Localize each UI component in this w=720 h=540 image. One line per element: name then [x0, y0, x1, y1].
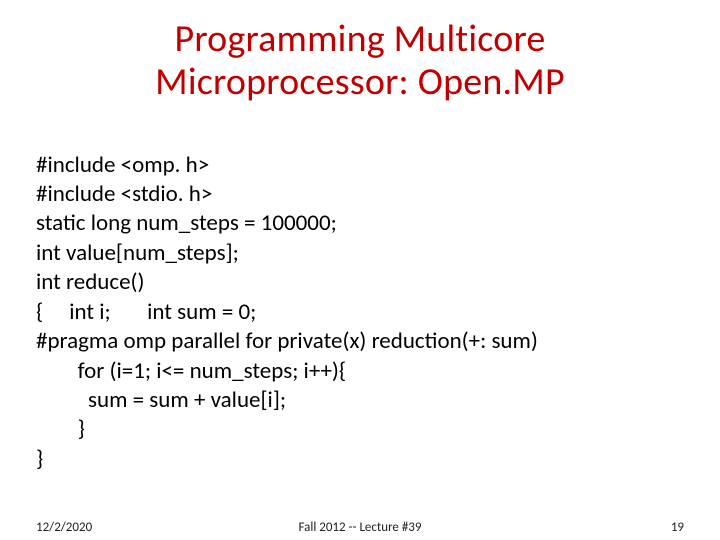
slide-title: Programming Multicore Microprocessor: Op…: [36, 18, 684, 103]
code-line: }: [36, 445, 43, 473]
slide: Programming Multicore Microprocessor: Op…: [0, 0, 720, 540]
code-line: #pragma omp parallel for private(x) redu…: [36, 327, 538, 355]
code-line: int value[num_steps];: [36, 239, 239, 267]
code-line: static long num_steps = 100000;: [36, 209, 337, 237]
code-line: #include <omp. h>: [36, 151, 209, 179]
code-line: { int i; int sum = 0;: [36, 298, 256, 326]
title-line-1: Programming Multicore: [174, 16, 545, 62]
footer-center: Fall 2012 -- Lecture #39: [0, 520, 720, 535]
code-line: }: [36, 415, 85, 443]
code-block: #include <omp. h> #include <stdio. h> st…: [36, 121, 684, 474]
code-line: int reduce(): [36, 268, 145, 296]
footer-page-number: 19: [671, 520, 684, 535]
code-line: #include <stdio. h>: [36, 180, 212, 208]
code-line: sum = sum + value[i];: [36, 386, 286, 414]
title-line-2: Microprocessor: Open.MP: [155, 59, 565, 105]
code-line: for (i=1; i<= num_steps; i++){: [36, 357, 346, 385]
